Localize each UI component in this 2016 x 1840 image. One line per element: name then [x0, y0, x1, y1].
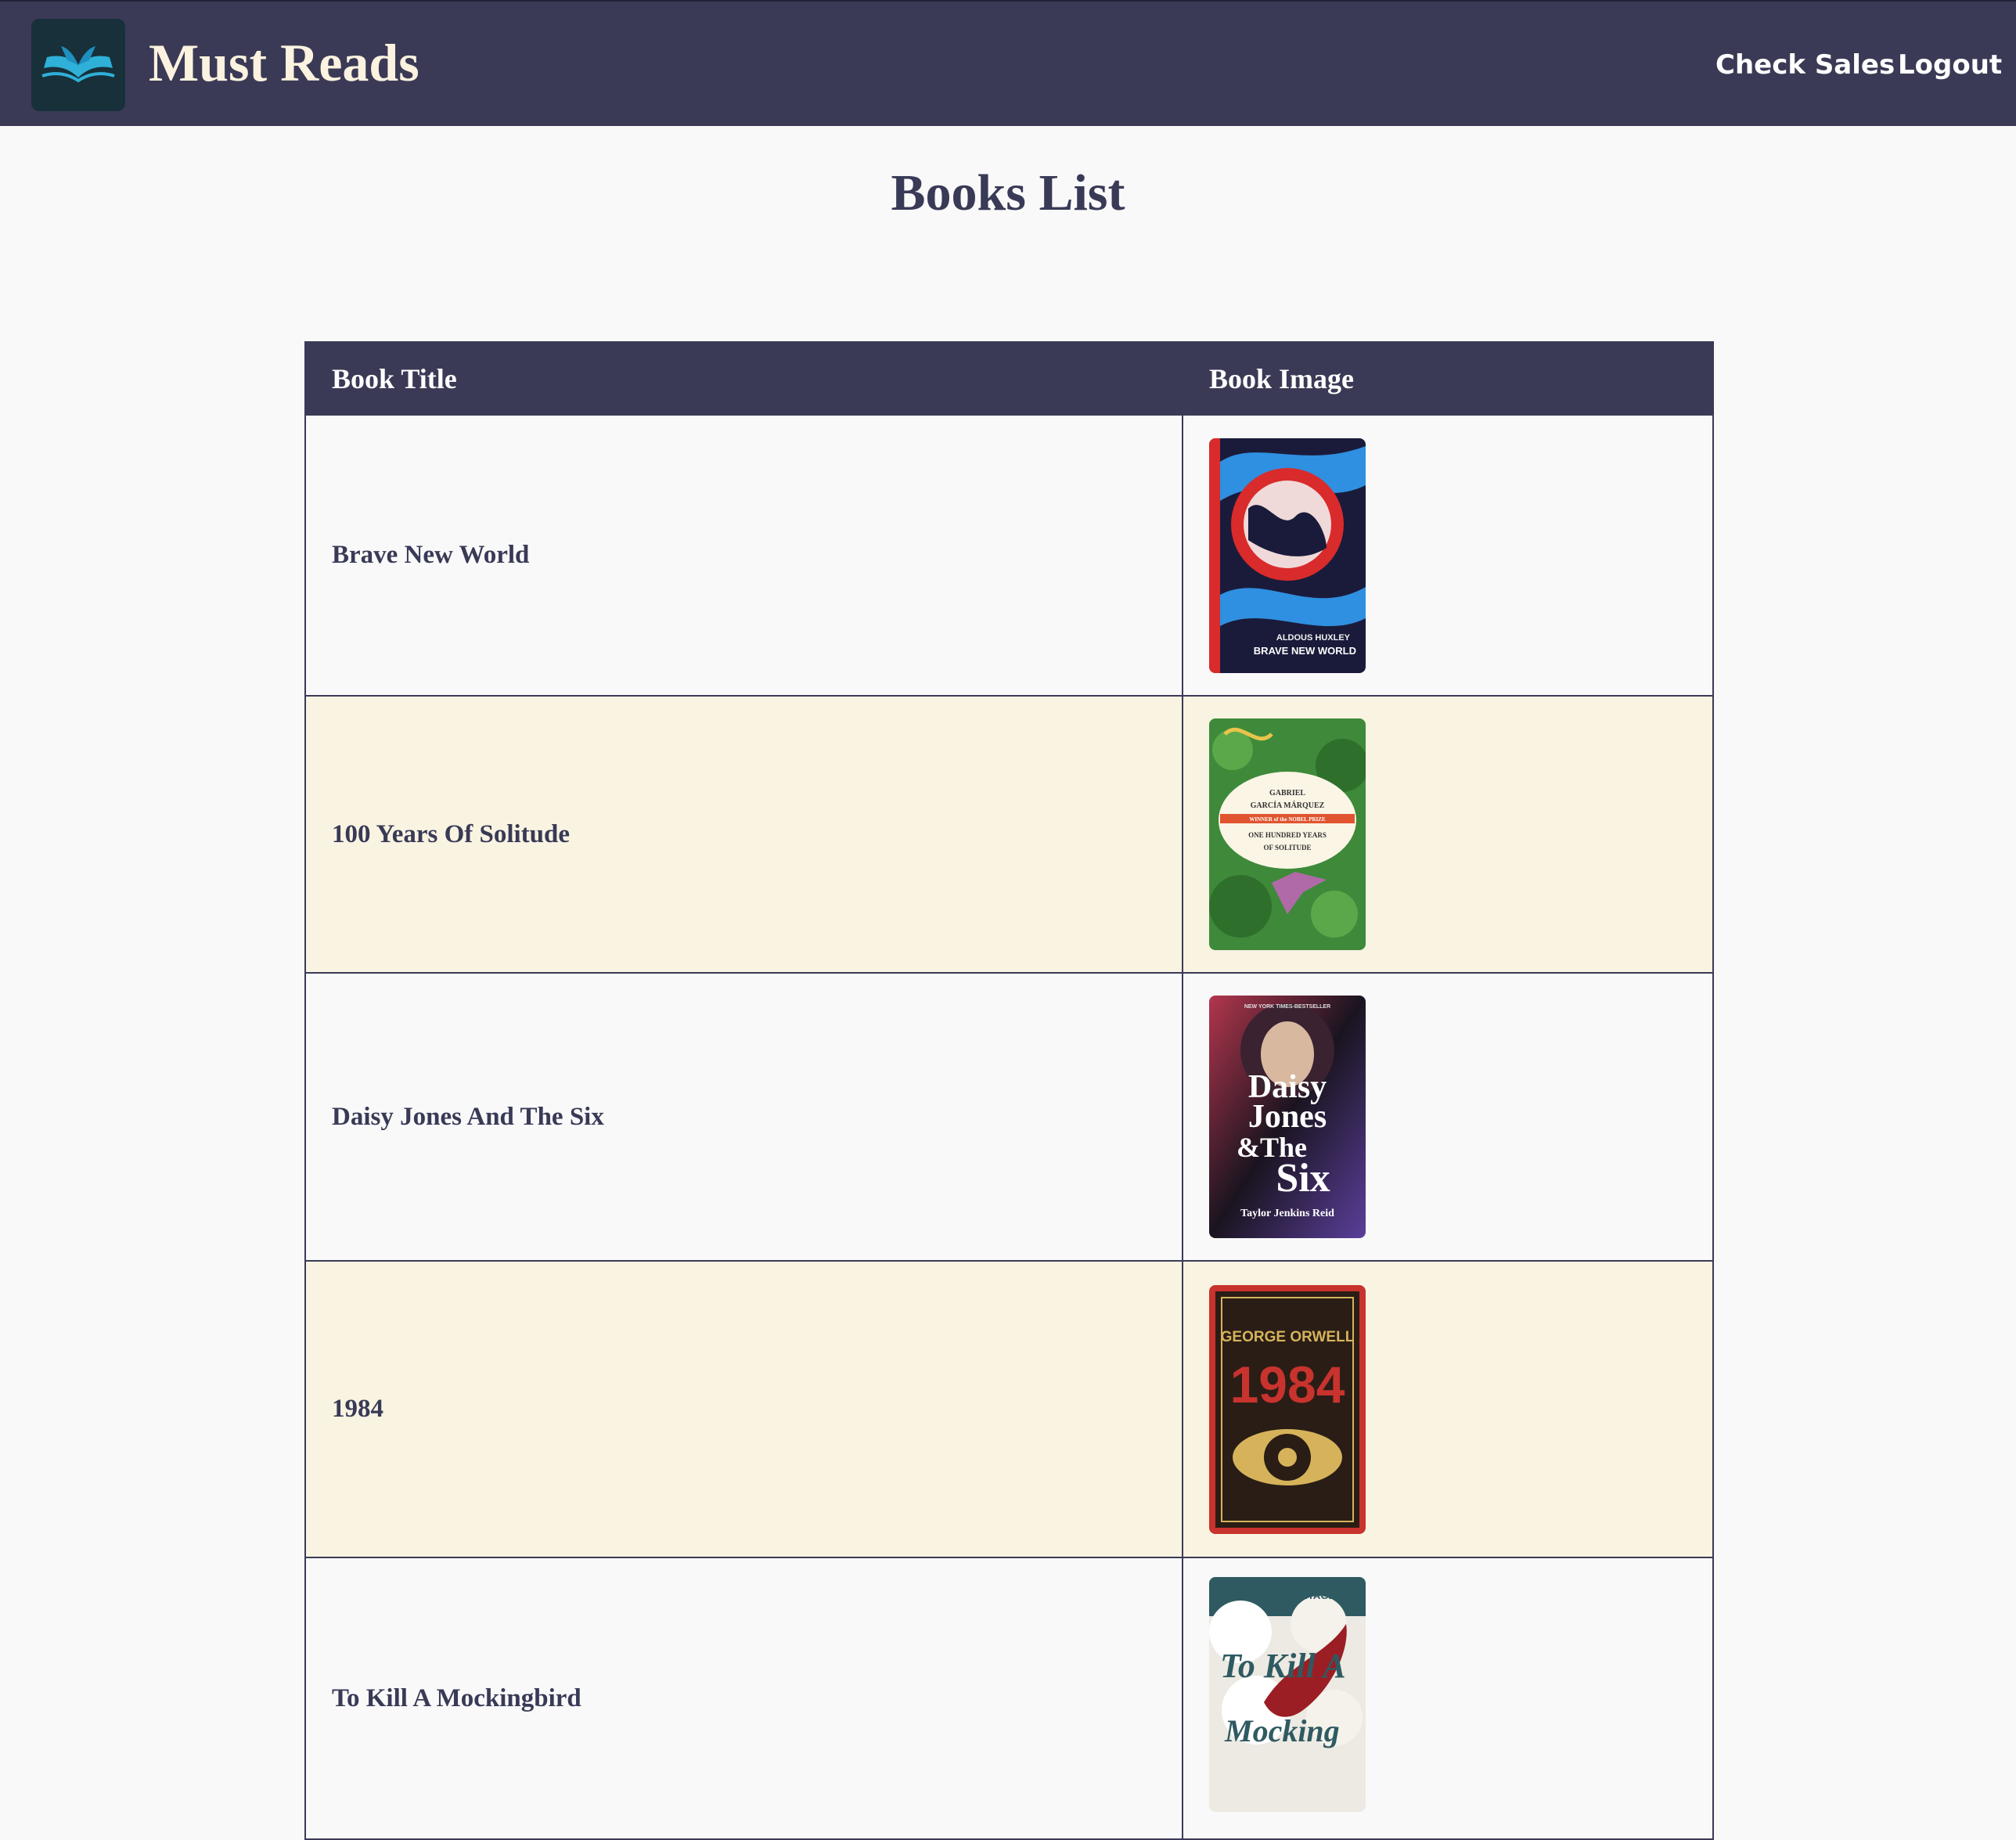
book-cover-to-kill-a-mockingbird: VINTAGE LEE To Kill A Mocking [1209, 1577, 1366, 1812]
table-row: Brave New World ALDOUS HUXLEY BRAVE NEW … [304, 414, 1714, 697]
cover-title-text: 1984 [1230, 1356, 1345, 1413]
check-sales-link[interactable]: Check Sales [1715, 47, 1895, 83]
book-image-cell: GABRIEL GARCÍA MÁRQUEZ WINNER of the NOB… [1182, 695, 1714, 974]
cover-title-line1: ONE HUNDRED YEARS [1248, 831, 1327, 839]
book-image-cell: ALDOUS HUXLEY BRAVE NEW WORLD [1182, 414, 1714, 697]
book-title-cell: 1984 [304, 1260, 1183, 1558]
cover-author-line1: GABRIEL [1269, 789, 1305, 798]
books-table-container: Book Title Book Image Brave New World AL… [304, 341, 1714, 1840]
cover-title-line2: Jones [1248, 1099, 1327, 1135]
table-row: 100 Years Of Solitude GABRIEL GARCÍA MÁR… [304, 695, 1714, 974]
book-title-cell: To Kill A Mockingbird [304, 1557, 1183, 1840]
table-row: 1984 GEORGE ORWELL 1984 [304, 1260, 1714, 1558]
book-cover-daisy-jones: NEW YORK TIMES-BESTSELLER Daisy Jones &T… [1209, 996, 1366, 1238]
cover-author-text: GEORGE ORWELL [1221, 1329, 1355, 1345]
book-image-cell: NEW YORK TIMES-BESTSELLER Daisy Jones &T… [1182, 972, 1714, 1262]
cover-author-text: Taylor Jenkins Reid [1240, 1208, 1334, 1219]
cover-author-line2: GARCÍA MÁRQUEZ [1251, 801, 1325, 810]
column-header-book-title: Book Title [304, 341, 1183, 416]
logo[interactable] [31, 19, 125, 111]
book-cover-brave-new-world: ALDOUS HUXLEY BRAVE NEW WORLD [1209, 437, 1366, 673]
cover-title-partial: Mocking [1224, 1713, 1340, 1748]
book-image-cell: VINTAGE LEE To Kill A Mocking [1182, 1557, 1714, 1840]
book-title-cell: Brave New World [304, 414, 1183, 697]
table-row: To Kill A Mockingbird VINTAGE LEE To Kil… [304, 1557, 1714, 1840]
brand-name[interactable]: Must Reads [149, 31, 419, 94]
cover-title-text: To Kill A [1220, 1647, 1346, 1685]
cover-tagline: NEW YORK TIMES-BESTSELLER [1244, 1004, 1330, 1010]
page-title: Books List [891, 164, 1125, 221]
cover-banner-text: WINNER of the NOBEL PRIZE [1249, 816, 1326, 823]
cover-title-line2: OF SOLITUDE [1264, 844, 1312, 852]
open-book-icon [41, 46, 115, 83]
table-row: Daisy Jones And The Six NEW YORK TIMES-B… [304, 972, 1714, 1262]
books-table: Book Title Book Image Brave New World AL… [304, 341, 1714, 1840]
cover-publisher-text: VINTAGE LEE [1291, 1590, 1358, 1601]
cover-author-text: ALDOUS HUXLEY [1276, 633, 1351, 643]
book-title-cell: Daisy Jones And The Six [304, 972, 1183, 1262]
book-title-cell: 100 Years Of Solitude [304, 695, 1183, 974]
column-header-book-image: Book Image [1182, 341, 1714, 416]
cover-title-line4: Six [1276, 1156, 1330, 1201]
book-cover-one-hundred-years: GABRIEL GARCÍA MÁRQUEZ WINNER of the NOB… [1209, 718, 1366, 950]
top-navbar: Must Reads Check Sales Logout [0, 0, 2016, 126]
cover-title-text: BRAVE NEW WORLD [1254, 645, 1356, 657]
book-cover-1984: GEORGE ORWELL 1984 [1209, 1284, 1366, 1534]
logout-link[interactable]: Logout [1898, 47, 2002, 83]
book-image-cell: GEORGE ORWELL 1984 [1182, 1260, 1714, 1558]
table-header-row: Book Title Book Image [304, 341, 1714, 416]
